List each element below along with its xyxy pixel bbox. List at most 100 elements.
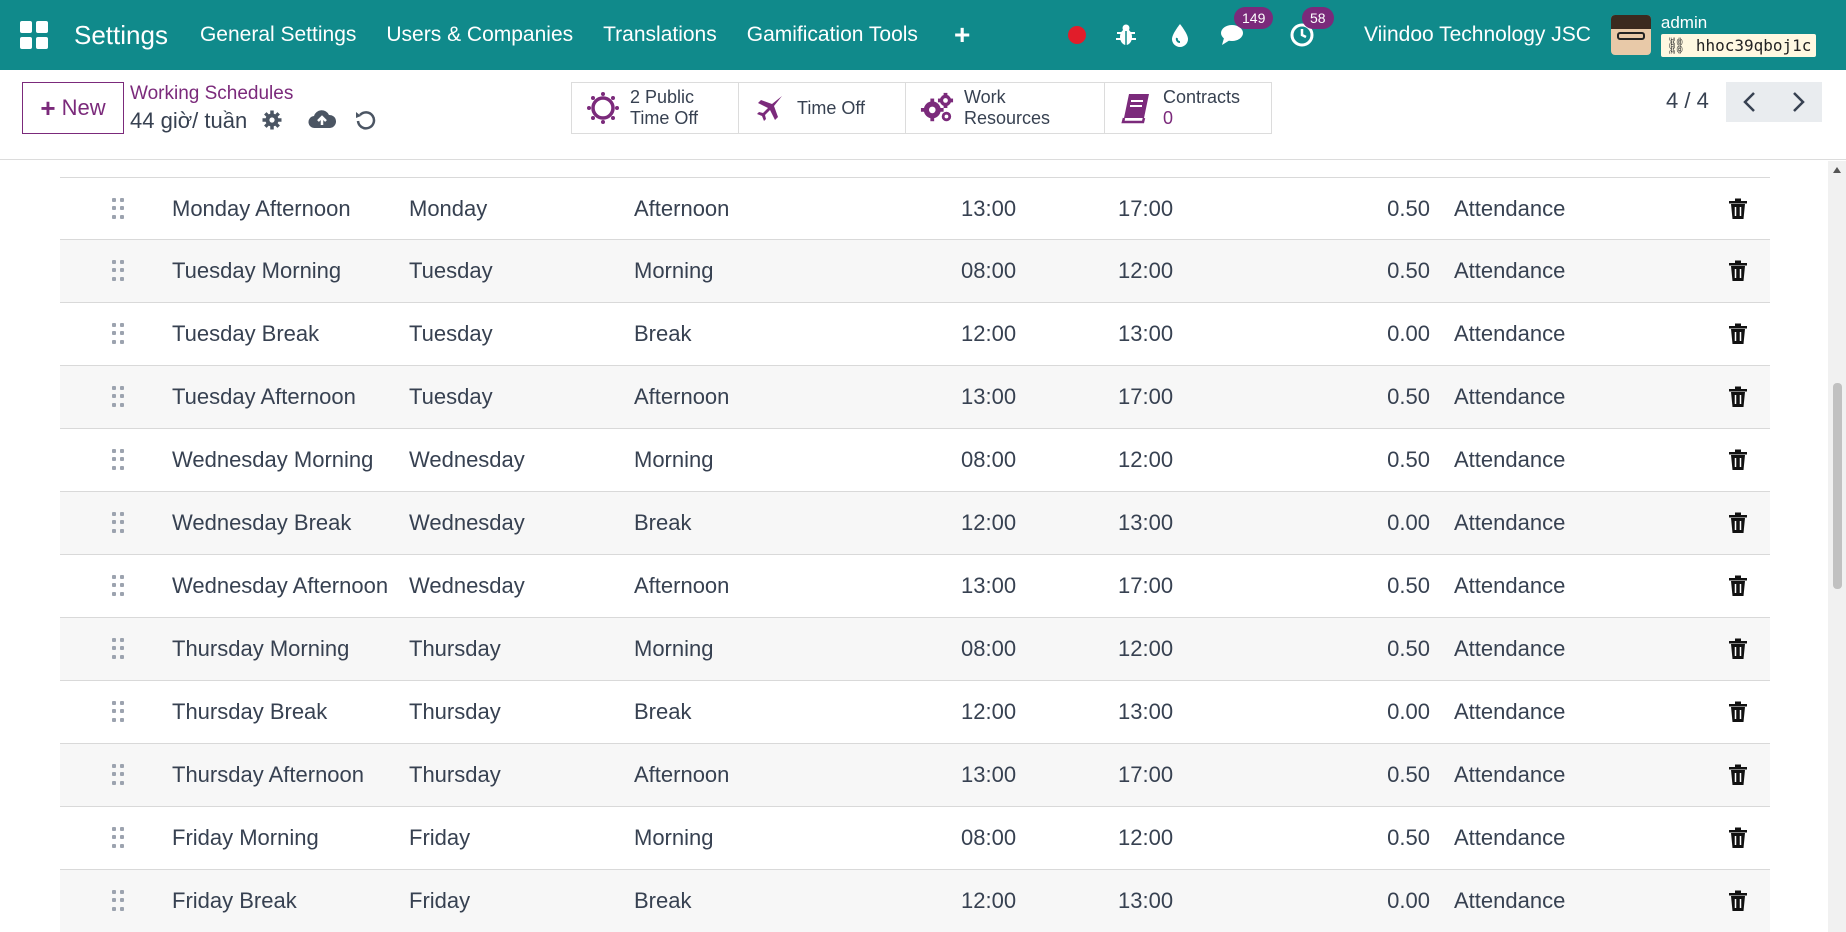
row-work-to[interactable]: 13:00 xyxy=(1118,492,1173,554)
menu-users-companies[interactable]: Users & Companies xyxy=(386,23,573,47)
trash-icon[interactable] xyxy=(1728,449,1748,471)
table-row[interactable]: Wednesday Afternoon Wednesday Afternoon 13:… xyxy=(60,555,1770,618)
drag-handle-icon[interactable] xyxy=(112,198,126,220)
row-duration-days[interactable]: 0.50 xyxy=(1310,366,1430,428)
work-resources-button[interactable]: Work Resources xyxy=(905,82,1105,134)
row-name[interactable]: Friday Morning xyxy=(172,807,319,869)
trash-icon[interactable] xyxy=(1728,764,1748,786)
undo-icon[interactable] xyxy=(354,108,378,132)
trash-icon[interactable] xyxy=(1728,386,1748,408)
apps-grid-icon[interactable] xyxy=(20,21,48,49)
plus-icon[interactable]: + xyxy=(954,19,970,51)
row-work-entry-type[interactable]: Attendance xyxy=(1454,555,1565,617)
row-duration-days[interactable]: 0.00 xyxy=(1310,303,1430,365)
trash-icon[interactable] xyxy=(1728,198,1748,220)
chat-icon[interactable]: 149 xyxy=(1220,7,1274,49)
row-work-from[interactable]: 08:00 xyxy=(961,240,1016,302)
row-day-of-week[interactable]: Wednesday xyxy=(409,492,525,554)
contracts-button[interactable]: Contracts 0 xyxy=(1104,82,1272,134)
row-work-from[interactable]: 13:00 xyxy=(961,744,1016,806)
row-day-of-week[interactable]: Monday xyxy=(409,178,487,240)
pager-next-button[interactable] xyxy=(1774,82,1822,122)
row-duration-days[interactable]: 0.50 xyxy=(1310,744,1430,806)
row-duration-days[interactable]: 0.50 xyxy=(1310,618,1430,680)
row-work-entry-type[interactable]: Attendance xyxy=(1454,178,1565,240)
row-work-from[interactable]: 12:00 xyxy=(961,303,1016,365)
breadcrumb-parent[interactable]: Working Schedules xyxy=(130,83,293,105)
table-row[interactable]: Wednesday Morning Wednesday Morning 08:00 12… xyxy=(60,429,1770,492)
row-day-period[interactable]: Afternoon xyxy=(634,366,729,428)
row-work-to[interactable]: 12:00 xyxy=(1118,618,1173,680)
table-row[interactable]: Thursday Break Thursday Break 12:00 13:00 0.0… xyxy=(60,681,1770,744)
pager-previous-button[interactable] xyxy=(1726,82,1774,122)
drag-handle-icon[interactable] xyxy=(112,449,126,471)
table-row[interactable]: Friday Break Friday Break 12:00 13:00 0.00 Att… xyxy=(60,870,1770,932)
drag-handle-icon[interactable] xyxy=(112,260,126,282)
trash-icon[interactable] xyxy=(1728,701,1748,723)
row-work-from[interactable]: 13:00 xyxy=(961,366,1016,428)
row-day-of-week[interactable]: Friday xyxy=(409,870,470,932)
row-work-entry-type[interactable]: Attendance xyxy=(1454,807,1565,869)
table-row[interactable]: Thursday Morning Thursday Morning 08:00 12:0… xyxy=(60,618,1770,681)
row-day-of-week[interactable]: Wednesday xyxy=(409,429,525,491)
row-work-to[interactable]: 13:00 xyxy=(1118,303,1173,365)
drag-handle-icon[interactable] xyxy=(112,764,126,786)
drag-handle-icon[interactable] xyxy=(112,638,126,660)
row-name[interactable]: Thursday Break xyxy=(172,681,327,743)
row-name[interactable]: Thursday Morning xyxy=(172,618,349,680)
page-scrollbar[interactable] xyxy=(1828,161,1846,932)
row-day-of-week[interactable]: Friday xyxy=(409,807,470,869)
row-day-of-week[interactable]: Wednesday xyxy=(409,555,525,617)
row-work-to[interactable]: 13:00 xyxy=(1118,681,1173,743)
app-brand[interactable]: Settings xyxy=(74,20,168,51)
trash-icon[interactable] xyxy=(1728,260,1748,282)
row-work-from[interactable]: 12:00 xyxy=(961,870,1016,932)
row-work-entry-type[interactable]: Attendance xyxy=(1454,681,1565,743)
table-row[interactable]: Monday Afternoon Monday Afternoon 13:00 17:0… xyxy=(60,177,1770,240)
avatar[interactable] xyxy=(1610,15,1651,55)
trash-icon[interactable] xyxy=(1728,323,1748,345)
row-day-of-week[interactable]: Tuesday xyxy=(409,240,493,302)
row-work-to[interactable]: 12:00 xyxy=(1118,807,1173,869)
row-day-period[interactable]: Morning xyxy=(634,807,713,869)
row-work-to[interactable]: 17:00 xyxy=(1118,744,1173,806)
row-day-period[interactable]: Afternoon xyxy=(634,178,729,240)
row-day-period[interactable]: Break xyxy=(634,681,691,743)
row-work-from[interactable]: 12:00 xyxy=(961,492,1016,554)
row-name[interactable]: Tuesday Break xyxy=(172,303,319,365)
table-row[interactable]: Wednesday Break Wednesday Break 12:00 13:00 0… xyxy=(60,492,1770,555)
row-name[interactable]: Wednesday Morning xyxy=(172,429,373,491)
row-work-to[interactable]: 12:00 xyxy=(1118,429,1173,491)
row-duration-days[interactable]: 0.00 xyxy=(1310,870,1430,932)
cloud-upload-icon[interactable] xyxy=(308,108,337,132)
row-duration-days[interactable]: 0.50 xyxy=(1310,240,1430,302)
trash-icon[interactable] xyxy=(1728,890,1748,912)
trash-icon[interactable] xyxy=(1728,827,1748,849)
row-work-from[interactable]: 08:00 xyxy=(961,807,1016,869)
new-button[interactable]: + New xyxy=(22,82,124,134)
row-work-from[interactable]: 13:00 xyxy=(961,178,1016,240)
row-work-to[interactable]: 13:00 xyxy=(1118,870,1173,932)
table-row[interactable]: Tuesday Afternoon Tuesday Afternoon 13:00 17… xyxy=(60,366,1770,429)
menu-general-settings[interactable]: General Settings xyxy=(200,23,356,47)
scrollbar-thumb[interactable] xyxy=(1833,383,1842,589)
row-day-period[interactable]: Afternoon xyxy=(634,555,729,617)
row-duration-days[interactable]: 0.50 xyxy=(1310,429,1430,491)
row-work-entry-type[interactable]: Attendance xyxy=(1454,240,1565,302)
row-name[interactable]: Friday Break xyxy=(172,870,297,932)
table-row[interactable]: Tuesday Break Tuesday Break 12:00 13:00 0.00 A… xyxy=(60,303,1770,366)
row-work-to[interactable]: 17:00 xyxy=(1118,555,1173,617)
row-day-of-week[interactable]: Tuesday xyxy=(409,303,493,365)
row-name[interactable]: Tuesday Morning xyxy=(172,240,341,302)
drag-handle-icon[interactable] xyxy=(112,386,126,408)
record-dot-icon[interactable] xyxy=(1068,26,1086,44)
row-duration-days[interactable]: 0.00 xyxy=(1310,492,1430,554)
drag-handle-icon[interactable] xyxy=(112,890,126,912)
drag-handle-icon[interactable] xyxy=(112,323,126,345)
drag-handle-icon[interactable] xyxy=(112,512,126,534)
row-name[interactable]: Monday Afternoon xyxy=(172,178,351,240)
row-day-of-week[interactable]: Tuesday xyxy=(409,366,493,428)
row-work-to[interactable]: 17:00 xyxy=(1118,178,1173,240)
pager-value[interactable]: 4 / 4 xyxy=(1666,88,1709,114)
row-work-from[interactable]: 12:00 xyxy=(961,681,1016,743)
